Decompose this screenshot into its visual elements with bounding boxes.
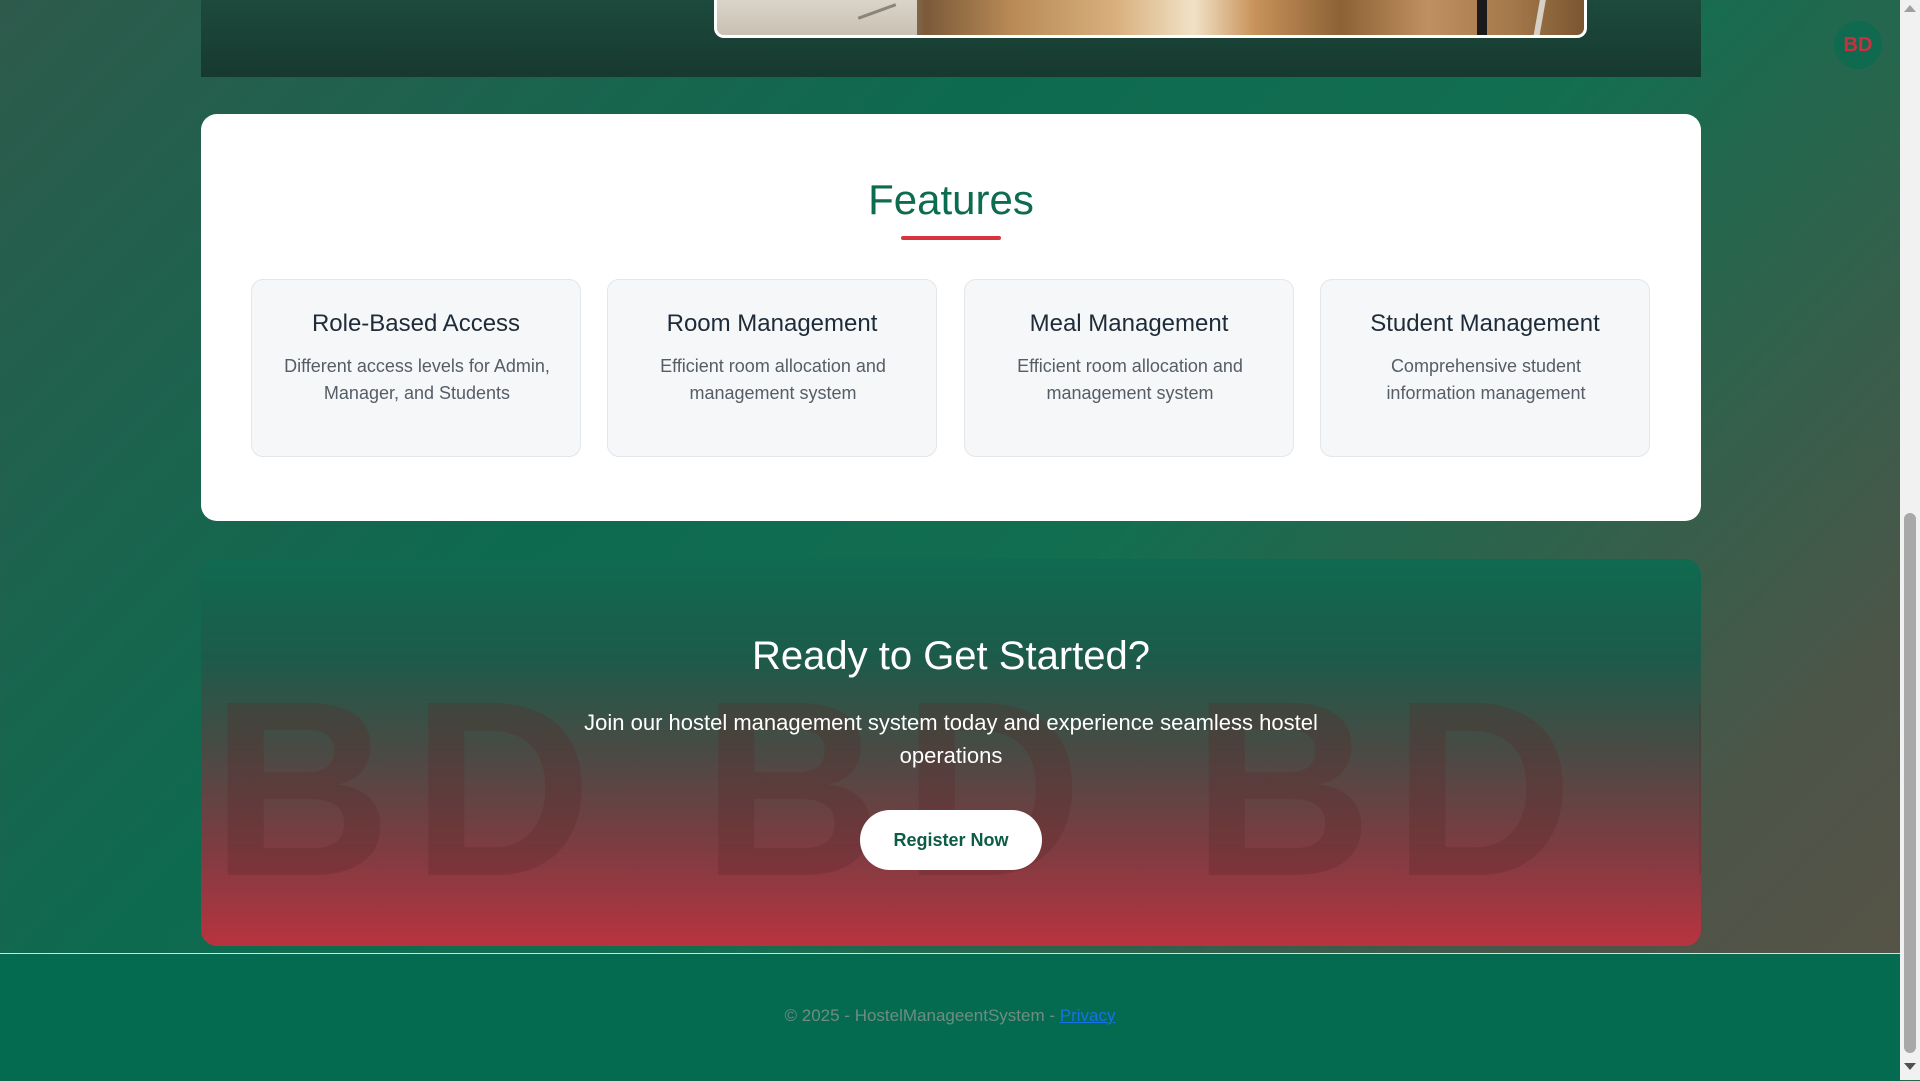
hero-image-chair-leg [1477, 0, 1487, 35]
feature-card-title: Role-Based Access [311, 310, 521, 337]
cta-title: Ready to Get Started? [751, 634, 1150, 678]
feature-card-meal-management: Meal Management Efficient room allocatio… [964, 279, 1294, 457]
footer-text: © 2025 - HostelManageentSystem - Privacy [0, 1006, 1900, 1026]
vertical-scrollbar[interactable] [1900, 0, 1920, 1080]
features-section: Features Role-Based Access Different acc… [201, 114, 1701, 521]
scroll-down-arrow-icon[interactable] [1904, 1063, 1916, 1070]
feature-card-description: Efficient room allocation and management… [1017, 356, 1243, 403]
features-title-underline [901, 236, 1001, 240]
feature-card-title: Room Management [666, 310, 878, 337]
hero-section [201, 0, 1701, 77]
user-avatar[interactable]: BD [1834, 21, 1882, 69]
footer-copyright: © 2025 - HostelManageentSystem - [784, 1006, 1060, 1025]
cta-watermark: BD BD BD BD [211, 649, 1701, 928]
features-title: Features [868, 176, 1034, 223]
feature-card-description: Comprehensive student information manage… [1386, 356, 1586, 403]
scrollbar-thumb[interactable] [1904, 513, 1916, 1053]
feature-card-title: Student Management [1370, 310, 1600, 337]
feature-card-student-management: Student Management Comprehensive student… [1320, 279, 1650, 457]
cta-section: BD BD BD BD Ready to Get Started? Join o… [201, 559, 1701, 946]
register-now-button[interactable]: Register Now [860, 810, 1042, 870]
hero-image-chair-leg [1533, 0, 1547, 35]
feature-card-description: Different access levels for Admin, Manag… [284, 356, 550, 403]
feature-card-description: Efficient room allocation and management… [660, 356, 886, 403]
feature-card-title: Meal Management [1029, 310, 1229, 337]
hero-image [714, 0, 1587, 38]
footer: © 2025 - HostelManageentSystem - Privacy [0, 953, 1900, 1081]
feature-card-role-based-access: Role-Based Access Different access level… [251, 279, 581, 457]
scroll-up-arrow-icon[interactable] [1904, 5, 1916, 12]
page: BD Features Role-Based Access Different … [0, 0, 1900, 1081]
feature-card-room-management: Room Management Efficient room allocatio… [607, 279, 937, 457]
privacy-link[interactable]: Privacy [1060, 1006, 1116, 1025]
cta-description: Join our hostel management system today … [584, 710, 1318, 768]
